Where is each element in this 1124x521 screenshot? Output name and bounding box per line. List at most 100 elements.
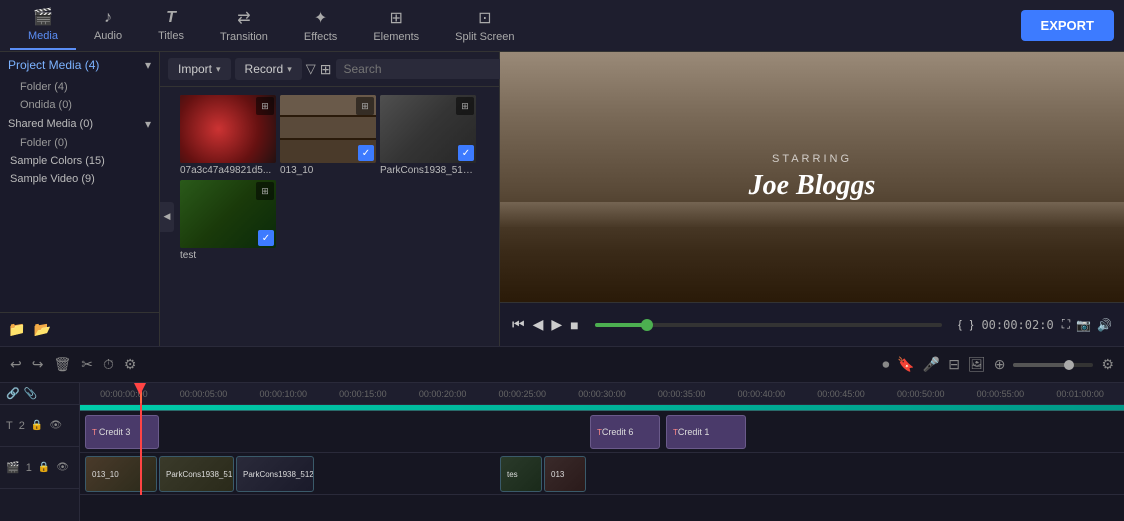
clip-label-park1: ParkCons1938_51 xyxy=(166,470,232,479)
media-icon: 🎬 xyxy=(33,7,53,27)
clip-credit1[interactable]: T Credit 1 xyxy=(666,415,746,449)
clip-013-10[interactable]: 013_10 xyxy=(85,456,157,492)
media-item-thumb2[interactable]: ⊞ ✓ 013_10 xyxy=(280,95,376,176)
audio-label: Audio xyxy=(94,30,122,42)
bracket-right-icon[interactable]: } xyxy=(970,319,974,331)
toolbar-elements[interactable]: ⊞ Elements xyxy=(355,2,437,49)
preview-panel: STARRING Joe Bloggs ⏮ ◀ ▶ ■ { } 00:00:02… xyxy=(500,52,1124,346)
chevron-right-icon: ▾ xyxy=(145,117,151,131)
thumb-label-1: 07a3c47a49821d5... xyxy=(180,165,276,176)
import-button[interactable]: Import ▾ xyxy=(168,58,231,80)
timecode-display: 00:00:02:0 xyxy=(981,318,1053,332)
toolbar-splitscreen[interactable]: ⊡ Split Screen xyxy=(437,2,532,49)
track-2-label-row: T 2 🔒 👁 xyxy=(0,405,79,447)
timeline-track-labels: 🔗 📎 T 2 🔒 👁 🎬 1 🔒 👁 xyxy=(0,383,80,521)
tl-photo-button[interactable]: 🖼 xyxy=(968,356,986,373)
add-folder-button[interactable]: 📁 xyxy=(8,321,25,338)
fullscreen-button[interactable]: ⛶ xyxy=(1062,317,1070,332)
clip-credit6[interactable]: T Credit 6 xyxy=(590,415,660,449)
progress-dot xyxy=(641,319,653,331)
toolbar-titles[interactable]: T Titles xyxy=(140,3,202,48)
project-media-header[interactable]: Project Media (4) ▾ xyxy=(0,52,159,78)
clip-label-tes: tes xyxy=(507,470,518,479)
tl-record-button[interactable]: ⏺ xyxy=(882,356,889,373)
titles-label: Titles xyxy=(158,30,184,42)
bracket-left-icon[interactable]: { xyxy=(958,319,962,331)
collapse-arrow[interactable]: ◀ xyxy=(160,202,174,232)
tl-mic-button[interactable]: 🎤 xyxy=(923,356,940,373)
media-thumb-img-1: ⊞ xyxy=(180,95,276,163)
tl-settings-button[interactable]: ⚙ xyxy=(1101,356,1114,373)
thumb-check-2: ✓ xyxy=(358,145,374,161)
record-button[interactable]: Record ▾ xyxy=(235,58,302,80)
progress-bar[interactable] xyxy=(595,323,942,327)
toolbar-media[interactable]: 🎬 Media xyxy=(10,1,76,50)
clip-park2[interactable]: ParkCons1938_512x xyxy=(236,456,314,492)
preview-controls: ⏮ ◀ ▶ ■ { } 00:00:02:0 ⛶ 📷 🔊 xyxy=(500,302,1124,346)
track-1-eye-button[interactable]: 👁 xyxy=(56,462,69,473)
toolbar-effects[interactable]: ✦ Effects xyxy=(286,2,355,49)
track-1: 013_10 ParkCons1938_51 ParkCons1938_512x… xyxy=(80,453,1124,495)
clip-credit3[interactable]: T Credit 3 xyxy=(85,415,159,449)
splitscreen-icon: ⊡ xyxy=(478,8,491,28)
media-item-thumb3[interactable]: ⊞ ✓ ParkCons1938_512... xyxy=(380,95,476,176)
export-button[interactable]: EXPORT xyxy=(1021,10,1114,41)
stop-button[interactable]: ■ xyxy=(570,317,578,333)
shared-media-header[interactable]: Shared Media (0) ▾ xyxy=(0,114,159,134)
tl-circle-button[interactable]: ⊕ xyxy=(994,356,1006,373)
zoom-slider[interactable] xyxy=(1013,363,1093,367)
clip-tes[interactable]: tes xyxy=(500,456,542,492)
magnet-icon[interactable]: 📎 xyxy=(24,387,38,400)
redo-button[interactable]: ↪ xyxy=(32,356,44,373)
tree-sample-video[interactable]: Sample Video (9) xyxy=(0,170,159,188)
skip-back-button[interactable]: ⏮ xyxy=(512,316,525,333)
clip-label-credit3: Credit 3 xyxy=(99,427,131,437)
starring-text: STARRING xyxy=(772,153,852,165)
tree-folder[interactable]: Folder (4) xyxy=(0,78,159,96)
clip-park1[interactable]: ParkCons1938_51 xyxy=(159,456,234,492)
chevron-down-icon: ▾ xyxy=(145,58,151,72)
clock-button[interactable]: ⏱ xyxy=(103,356,114,373)
media-item-thumb4[interactable]: ⊞ ✓ test xyxy=(180,180,276,261)
tl-subtitle-button[interactable]: ⊟ xyxy=(948,356,960,373)
cut-button[interactable]: ✂ xyxy=(81,356,93,373)
timeline-section: ↩ ↪ 🗑 ✂ ⏱ ⚙ ⏺ 🔖 🎤 ⊟ 🖼 ⊕ ⚙ xyxy=(0,346,1124,521)
timeline-right-controls: ⏺ 🔖 🎤 ⊟ 🖼 ⊕ ⚙ xyxy=(882,356,1114,373)
snapshot-button[interactable]: 📷 xyxy=(1076,317,1091,332)
clip-label-013-10: 013_10 xyxy=(92,470,119,479)
track-2-lock-button[interactable]: 🔒 xyxy=(31,420,43,431)
thumb-check-4: ✓ xyxy=(258,230,274,246)
media-item-thumb1[interactable]: ⊞ 07a3c47a49821d5... xyxy=(180,95,276,176)
clip-title-icon: T xyxy=(92,428,97,437)
grid-icon[interactable]: ⊞ xyxy=(320,61,332,78)
transition-label: Transition xyxy=(220,31,268,43)
clip-013[interactable]: 013 xyxy=(544,456,586,492)
delete-button[interactable]: 🗑 xyxy=(53,356,71,373)
toolbar-audio[interactable]: ♪ Audio xyxy=(76,3,140,48)
track-2-eye-button[interactable]: 👁 xyxy=(49,420,62,431)
folder-action-button[interactable]: 📂 xyxy=(33,321,50,338)
tree-shared-folder[interactable]: Folder (0) xyxy=(0,134,159,152)
track-1-lock-button[interactable]: 🔒 xyxy=(38,462,50,473)
thumb-label-3: ParkCons1938_512... xyxy=(380,165,476,176)
link-icon[interactable]: 🔗 xyxy=(6,387,20,400)
toolbar-transition[interactable]: ⇄ Transition xyxy=(202,2,286,49)
tree-sample-colors[interactable]: Sample Colors (15) xyxy=(0,152,159,170)
play-button[interactable]: ▶ xyxy=(551,316,562,333)
track-2: T Credit 3 T Credit 6 T Credit 1 xyxy=(80,411,1124,453)
elements-label: Elements xyxy=(373,31,419,43)
frame-back-button[interactable]: ◀ xyxy=(533,316,544,333)
import-caret-icon: ▾ xyxy=(216,64,221,75)
search-input[interactable] xyxy=(344,62,499,76)
media-thumb-img-2: ⊞ ✓ xyxy=(280,95,376,163)
adjust-button[interactable]: ⚙ xyxy=(124,356,137,373)
ruler-0: 00:00:00:00 xyxy=(84,389,164,399)
tl-bookmark-button[interactable]: 🔖 xyxy=(897,356,914,373)
tree-ondida[interactable]: Ondida (0) xyxy=(0,96,159,114)
undo-button[interactable]: ↩ xyxy=(10,356,22,373)
filter-icon[interactable]: ▽ xyxy=(306,61,316,77)
timeline-main: 🔗 📎 T 2 🔒 👁 🎬 1 🔒 👁 xyxy=(0,383,1124,521)
track-playhead xyxy=(140,411,142,495)
ruler-25: 00:00:25:00 xyxy=(482,389,562,399)
volume-button[interactable]: 🔊 xyxy=(1097,317,1112,332)
